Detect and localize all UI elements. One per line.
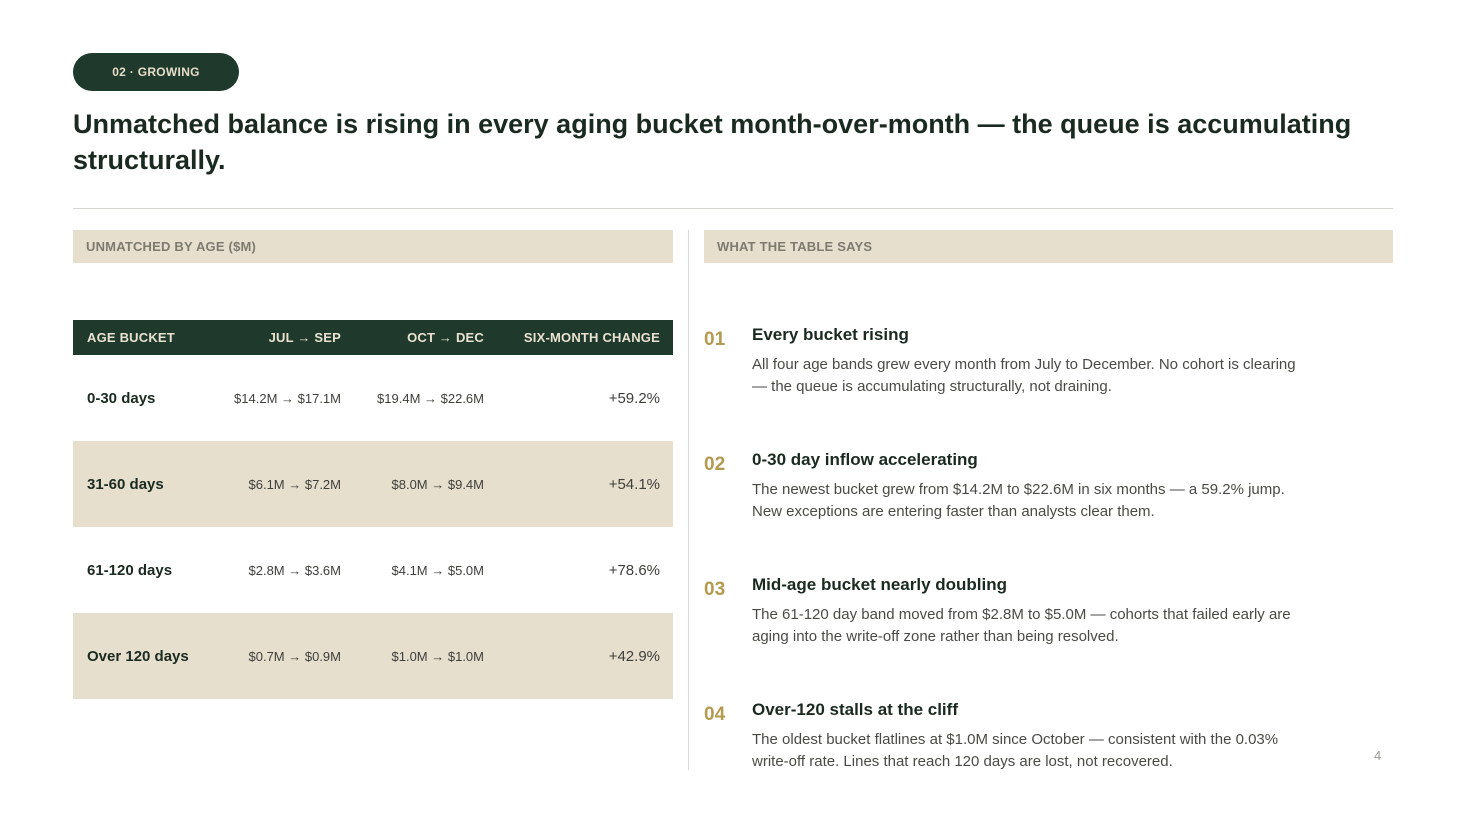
- page-title: Unmatched balance is rising in every agi…: [73, 109, 1352, 175]
- finding-body: The 61-120 day band moved from $2.8M to …: [752, 606, 1291, 645]
- header-six-month-change: SIX-MONTH CHANGE: [523, 330, 660, 345]
- section-badge: 02 · GROWING: [73, 53, 239, 91]
- cell-bucket: 61-120 days: [87, 561, 173, 579]
- header-age-bucket: AGE BUCKET: [87, 330, 175, 345]
- cell-jul-sep: $6.1M → $7.2M: [248, 476, 342, 492]
- cell-jul-sep: $14.2M → $17.1M: [234, 390, 341, 406]
- table-row: 31-60 days $6.1M → $7.2M $8.0M → $9.4M +…: [73, 441, 673, 527]
- finding-body: All four age bands grew every month from…: [752, 356, 1296, 395]
- cell-change: +78.6%: [608, 561, 660, 579]
- finding-body: The oldest bucket flatlines at $1.0M sin…: [752, 731, 1279, 770]
- cell-jul-sep: $0.7M → $0.9M: [248, 648, 342, 664]
- cell-bucket: 31-60 days: [87, 475, 164, 493]
- cell-oct-dec: $4.1M → $5.0M: [391, 562, 485, 578]
- table-section-heading: UNMATCHED BY AGE ($M): [73, 230, 673, 263]
- table-header-row: AGE BUCKET JUL → SEP OCT → DEC SIX-MONTH…: [73, 320, 673, 355]
- finding-number: 01: [704, 329, 726, 350]
- finding-number: 04: [704, 704, 726, 725]
- table-row: 0-30 days $14.2M → $17.1M $19.4M → $22.6…: [73, 355, 673, 441]
- cell-oct-dec: $1.0M → $1.0M: [391, 648, 485, 664]
- cell-bucket: 0-30 days: [87, 389, 156, 407]
- aging-table: AGE BUCKET JUL → SEP OCT → DEC SIX-MONTH…: [73, 320, 673, 699]
- finding-number: 03: [704, 579, 726, 600]
- finding-title: Mid-age bucket nearly doubling: [752, 575, 1008, 594]
- cell-change: +59.2%: [608, 389, 660, 407]
- finding-number: 02: [704, 454, 726, 475]
- table-row: 61-120 days $2.8M → $3.6M $4.1M → $5.0M …: [73, 527, 673, 613]
- cell-jul-sep: $2.8M → $3.6M: [248, 562, 342, 578]
- cell-oct-dec: $19.4M → $22.6M: [377, 390, 484, 406]
- findings-section-heading: WHAT THE TABLE SAYS: [704, 230, 1393, 263]
- finding-title: 0-30 day inflow accelerating: [752, 450, 978, 469]
- finding-title: Over-120 stalls at the cliff: [752, 700, 958, 719]
- cell-bucket: Over 120 days: [87, 647, 189, 665]
- column-divider: [688, 230, 689, 770]
- page-number: 4: [1374, 748, 1382, 763]
- cell-change: +54.1%: [608, 475, 660, 493]
- cell-change: +42.9%: [608, 647, 660, 665]
- header-oct-dec: OCT → DEC: [407, 330, 484, 345]
- cell-oct-dec: $8.0M → $9.4M: [391, 476, 485, 492]
- finding-body: The newest bucket grew from $14.2M to $2…: [752, 481, 1285, 520]
- header-jul-sep: JUL → SEP: [268, 330, 341, 345]
- finding-title: Every bucket rising: [752, 325, 909, 344]
- title-divider: [73, 208, 1393, 209]
- table-row: Over 120 days $0.7M → $0.9M $1.0M → $1.0…: [73, 613, 673, 699]
